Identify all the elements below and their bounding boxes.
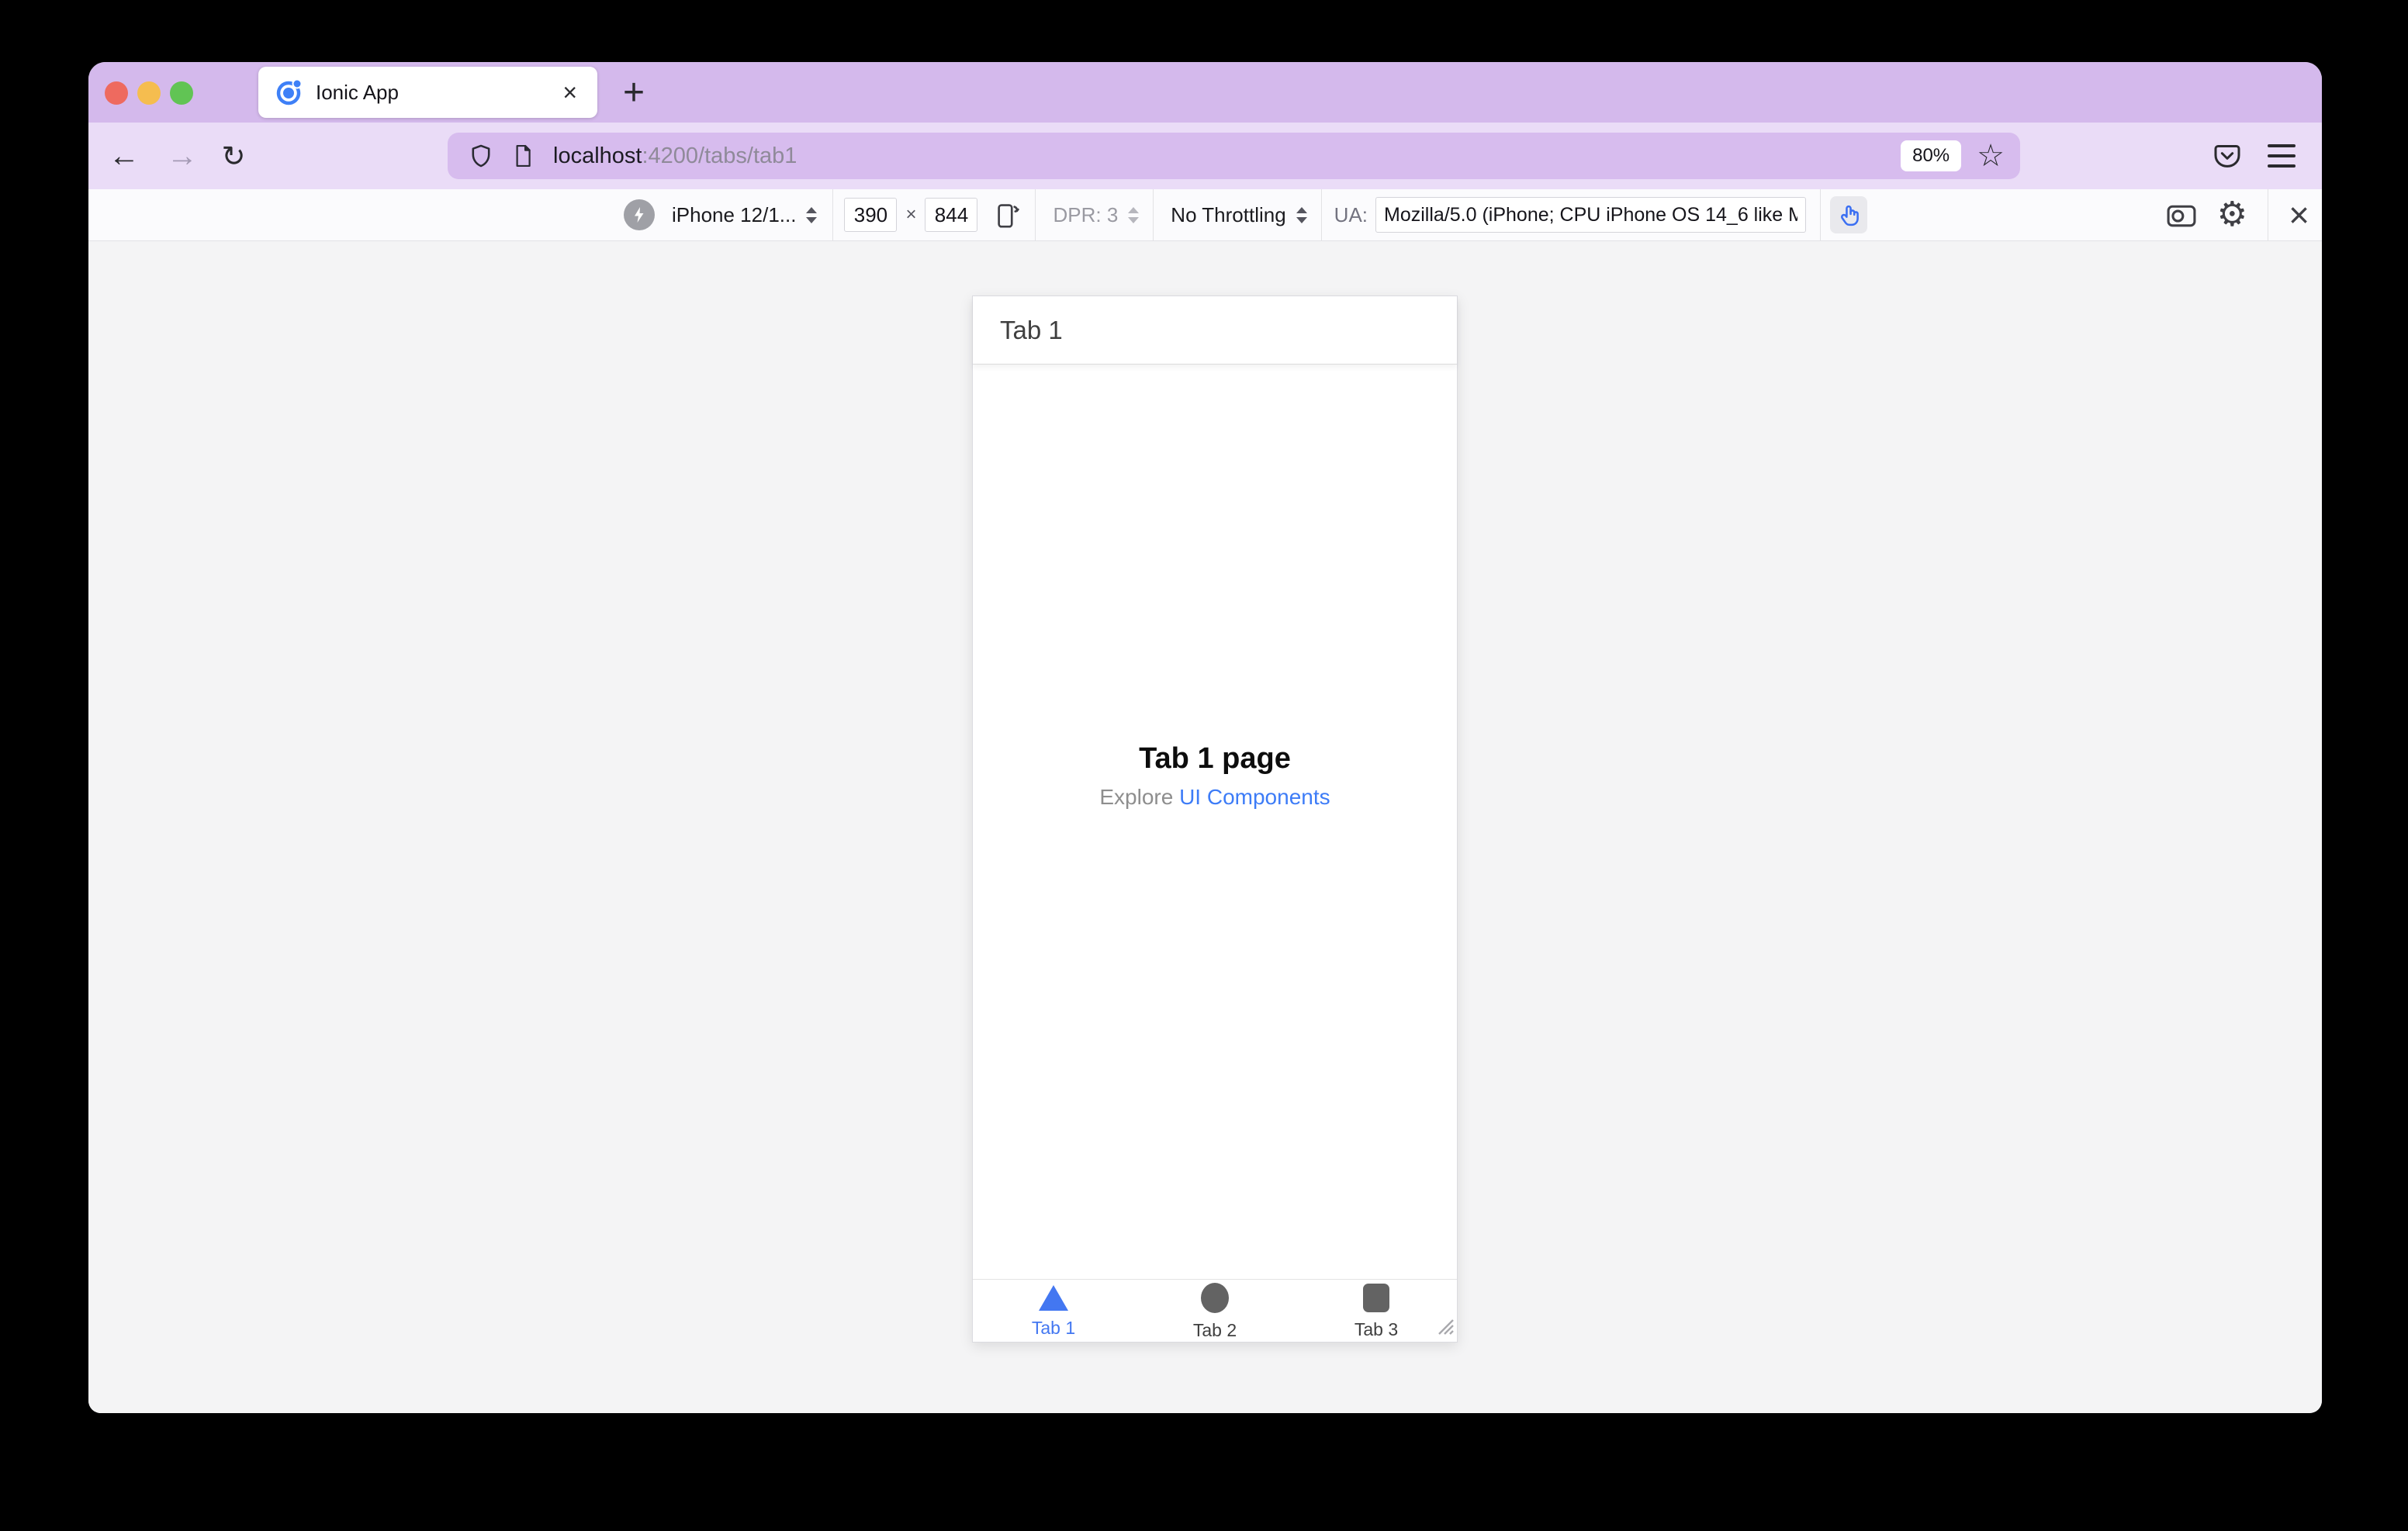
settings-gear-icon[interactable]: ⚙ (2217, 198, 2247, 232)
triangle-icon (1039, 1284, 1068, 1311)
tab-button-tab2[interactable]: Tab 2 (1134, 1280, 1296, 1342)
page-icon[interactable] (511, 143, 535, 168)
ionic-header-title: Tab 1 (1000, 315, 1063, 344)
screenshot-camera-icon[interactable] (2166, 201, 2197, 229)
ui-components-link[interactable]: UI Components (1179, 785, 1330, 809)
viewport-resize-handle-icon[interactable] (1433, 1314, 1455, 1339)
url-bar[interactable]: localhost:4200/tabs/tab1 80% ☆ (448, 133, 2020, 179)
window-controls (105, 81, 193, 105)
bookmark-star-icon[interactable]: ☆ (1977, 140, 2005, 171)
device-viewport: Tab 1 Tab 1 page Explore UI Components T… (972, 295, 1458, 1343)
close-rdm-icon[interactable]: × (2289, 197, 2309, 233)
screenshot-root: Ionic App × + ← → ↻ localhost:4200/tabs/… (0, 0, 2408, 1531)
new-tab-button[interactable]: + (613, 71, 655, 113)
browser-content-area: Tab 1 Tab 1 page Explore UI Components T… (88, 241, 2322, 1413)
viewport-width-input[interactable] (844, 198, 898, 232)
back-icon[interactable]: ← (101, 123, 147, 189)
throttling-chevrons-icon[interactable] (1296, 206, 1307, 223)
explore-line: Explore UI Components (973, 785, 1457, 810)
user-agent-input[interactable] (1375, 197, 1807, 233)
page-title: Tab 1 page (1139, 742, 1291, 775)
tab-strip: Ionic App × + (88, 62, 2322, 123)
forward-icon[interactable]: → (159, 123, 206, 189)
tab-button-tab1[interactable]: Tab 1 (973, 1280, 1134, 1342)
dpr-selector[interactable]: DPR: 3 (1053, 203, 1118, 227)
touch-simulation-button[interactable] (1830, 196, 1868, 233)
hamburger-menu-icon[interactable] (2258, 123, 2305, 189)
tab-close-icon[interactable]: × (558, 78, 582, 106)
maximize-window-button[interactable] (170, 81, 193, 105)
square-icon (1363, 1283, 1389, 1312)
navigation-toolbar: ← → ↻ localhost:4200/tabs/tab1 80% ☆ (88, 123, 2322, 189)
device-bolt-icon (624, 199, 655, 230)
url-text: localhost:4200/tabs/tab1 (553, 143, 797, 169)
shield-icon[interactable] (468, 143, 494, 169)
page-body: Tab 1 page Explore UI Components (973, 742, 1457, 810)
rotate-viewport-icon[interactable] (993, 199, 1021, 230)
tab-label: Tab 1 (1031, 1317, 1076, 1338)
circle-icon (1201, 1282, 1229, 1313)
ionic-tab-bar: Tab 1 Tab 2 Tab 3 (973, 1279, 1457, 1342)
tab-label: Tab 2 (1192, 1319, 1237, 1340)
pocket-icon[interactable] (2204, 123, 2251, 189)
minimize-window-button[interactable] (137, 81, 161, 105)
zoom-level-badge[interactable]: 80% (1901, 140, 1962, 171)
close-window-button[interactable] (105, 81, 128, 105)
tab-title: Ionic App (316, 80, 399, 104)
throttling-selector[interactable]: No Throttling (1171, 203, 1285, 227)
ionic-favicon-icon (274, 78, 303, 107)
ionic-header: Tab 1 (973, 296, 1457, 365)
ua-label: UA: (1334, 202, 1368, 226)
device-selector[interactable]: iPhone 12/1... (672, 203, 796, 227)
reload-icon[interactable]: ↻ (210, 123, 257, 189)
url-host: localhost (553, 143, 642, 168)
url-path: :4200/tabs/tab1 (642, 143, 797, 168)
viewport-height-input[interactable] (925, 198, 978, 232)
browser-tab[interactable]: Ionic App × (258, 67, 597, 118)
browser-window: Ionic App × + ← → ↻ localhost:4200/tabs/… (88, 62, 2322, 1413)
responsive-design-mode-toolbar: iPhone 12/1... × DPR: 3 No Throttl (88, 189, 2322, 241)
tab-label: Tab 3 (1354, 1318, 1399, 1339)
explore-prefix: Explore (1099, 785, 1180, 809)
device-selector-chevrons-icon[interactable] (806, 206, 818, 223)
dimension-separator: × (905, 204, 917, 225)
dpr-chevrons-icon[interactable] (1128, 206, 1140, 223)
